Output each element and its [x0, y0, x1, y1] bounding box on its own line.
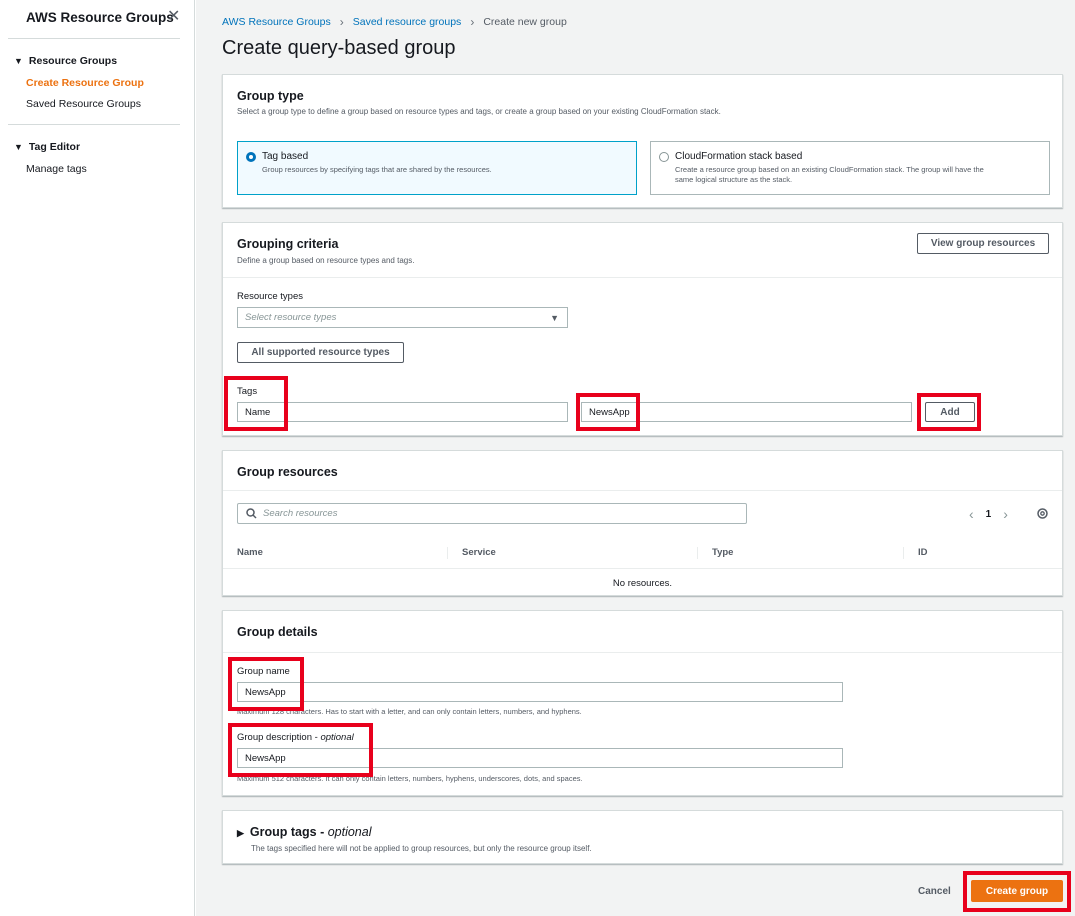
tags-label: Tags [237, 386, 258, 397]
sidebar-item-saved-resource-groups[interactable]: Saved Resource Groups [26, 98, 141, 110]
caret-down-icon: ▼ [14, 56, 23, 66]
caret-down-icon: ▼ [550, 313, 559, 323]
group-tags-card[interactable]: ▶ Group tags - optional The tags specifie… [222, 810, 1063, 864]
breadcrumb-saved-resource-groups[interactable]: Saved resource groups [353, 16, 462, 28]
pagination: ‹ 1 › [963, 506, 1014, 522]
close-icon[interactable]: ✕ [167, 9, 180, 25]
chevron-left-icon[interactable]: ‹ [969, 506, 974, 522]
group-type-description: Select a group type to define a group ba… [237, 107, 721, 116]
tile-tag-based[interactable]: Tag based Group resources by specifying … [237, 141, 637, 195]
radio-cloudformation[interactable] [659, 152, 669, 162]
column-divider [697, 547, 698, 559]
group-description-input[interactable] [237, 748, 843, 768]
group-name-hint: Maximum 128 characters. Has to start wit… [237, 707, 582, 716]
sidebar-divider [8, 124, 180, 125]
tile-cloudformation-description-1: Create a resource group based on an exis… [675, 165, 984, 174]
sidebar-section-resource-groups[interactable]: ▼ Resource Groups [14, 55, 117, 67]
group-details-card: Group details Group name Maximum 128 cha… [222, 610, 1063, 796]
tile-tag-based-description: Group resources by specifying tags that … [262, 165, 492, 174]
sidebar-item-create-resource-group[interactable]: Create Resource Group [26, 77, 144, 89]
group-name-input[interactable] [237, 682, 843, 702]
column-header-id[interactable]: ID [918, 547, 928, 558]
card-header [223, 611, 1062, 653]
breadcrumb-aws-resource-groups[interactable]: AWS Resource Groups [222, 16, 331, 28]
group-resources-title: Group resources [237, 465, 338, 479]
view-group-resources-button[interactable]: View group resources [917, 233, 1049, 254]
chevron-right-icon: › [470, 15, 475, 29]
sidebar-divider [8, 38, 180, 39]
main-content: AWS Resource Groups › Saved resource gro… [196, 0, 1075, 916]
grouping-criteria-description: Define a group based on resource types a… [237, 256, 415, 265]
group-tags-description: The tags specified here will not be appl… [251, 844, 592, 853]
tile-cloudformation[interactable]: CloudFormation stack based Create a reso… [650, 141, 1050, 195]
breadcrumb: AWS Resource Groups › Saved resource gro… [222, 15, 567, 29]
group-resources-card: Group resources ‹ 1 › Name Service Type … [222, 450, 1063, 596]
sidebar-item-manage-tags[interactable]: Manage tags [26, 163, 87, 175]
page-title: Create query-based group [222, 37, 456, 59]
group-tags-title[interactable]: ▶ Group tags - optional [237, 825, 372, 839]
tile-tag-based-label: Tag based [262, 151, 309, 162]
group-details-title: Group details [237, 625, 318, 639]
create-group-button[interactable]: Create group [971, 880, 1063, 902]
caret-down-icon: ▼ [14, 142, 23, 152]
column-divider [903, 547, 904, 559]
column-header-service[interactable]: Service [462, 547, 496, 558]
sidebar-section-tag-editor[interactable]: ▼ Tag Editor [14, 141, 80, 153]
grouping-criteria-card: Grouping criteria Define a group based o… [222, 222, 1063, 436]
group-description-hint: Maximum 512 characters. It can only cont… [237, 774, 583, 783]
search-resources-input[interactable] [263, 508, 703, 519]
resource-types-label: Resource types [237, 291, 304, 302]
tile-cloudformation-description-2: same logical structure as the stack. [675, 175, 793, 184]
breadcrumb-current: Create new group [483, 16, 567, 28]
chevron-right-icon[interactable]: › [1003, 506, 1008, 522]
table-header-row [223, 535, 1062, 569]
sidebar: AWS Resource Groups ✕ ▼ Resource Groups C… [0, 0, 195, 916]
column-header-type[interactable]: Type [712, 547, 733, 558]
search-resources-box[interactable] [237, 503, 747, 524]
search-icon [246, 508, 257, 519]
resource-types-select[interactable]: Select resource types ▼ [237, 307, 568, 328]
group-type-card: Group type Select a group type to define… [222, 74, 1063, 208]
cancel-button[interactable]: Cancel [918, 886, 951, 897]
tag-value-input[interactable] [581, 402, 912, 422]
add-tag-button[interactable]: Add [925, 402, 975, 422]
column-header-name[interactable]: Name [237, 547, 263, 558]
chevron-right-icon: › [339, 15, 344, 29]
page-number[interactable]: 1 [986, 509, 992, 520]
sidebar-title: AWS Resource Groups [26, 10, 174, 25]
column-divider [447, 547, 448, 559]
empty-table-message: No resources. [612, 578, 673, 589]
grouping-criteria-title: Grouping criteria [237, 237, 339, 251]
radio-tag-based[interactable] [246, 152, 256, 162]
tile-cloudformation-label: CloudFormation stack based [675, 151, 803, 162]
group-name-label: Group name [237, 666, 290, 677]
card-header [223, 451, 1062, 491]
gear-icon[interactable] [1036, 507, 1049, 520]
group-description-label: Group description - optional [237, 732, 354, 743]
all-supported-resource-types-button[interactable]: All supported resource types [237, 342, 404, 363]
tag-key-input[interactable] [237, 402, 568, 422]
group-type-title: Group type [237, 89, 304, 103]
caret-right-icon: ▶ [237, 828, 244, 838]
